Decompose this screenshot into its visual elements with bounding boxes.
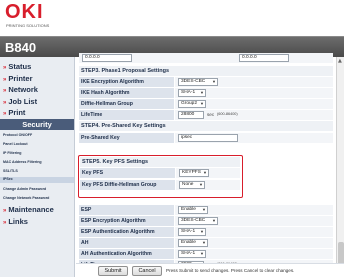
sidebar-subitem-admin-password[interactable]: Change Admin Password [3,187,73,191]
key-pfs-dh-select[interactable]: None ▼ [179,181,205,189]
dh-group-row: Diffie-Hellman Group Group2 ▼ [79,99,333,109]
address-end-field[interactable]: 0.0.0.0 [239,54,289,62]
sidebar-item-job-list[interactable]: » Job List [3,97,73,107]
sidebar-item-links[interactable]: » Links [3,217,73,227]
esp-label: ESP [79,205,174,215]
chevron-down-icon: ▼ [203,170,207,175]
lifetime1-unit: sec [207,112,215,117]
sidebar-subitem-network-password[interactable]: Change Network Password [3,196,73,200]
header: OKI PRINTING SOLUTIONS [0,0,344,36]
step3-title: STEP3. Phase1 Proposal Settings [79,66,333,76]
step4-title: STEP4. Pre-Shared Key Settings [79,121,333,131]
key-pfs-dh-label: Key PFS Diffie-Hellman Group [80,180,175,190]
psk-field[interactable]: ipsec [178,134,238,142]
lifetime1-range: (600-86400) [217,112,238,116]
sidebar-subitem-ip-filtering[interactable]: IP Filtering [3,151,73,155]
key-pfs-label: Key PFS [80,168,175,178]
ah-auth-row: AH Authentication Algorithm SHA-1 ▼ [79,249,333,259]
ah-auth-label: AH Authentication Algorithm [79,249,174,259]
ah-row: AH Enable ▼ [79,238,333,248]
ike-hash-label: IKE Hash Algorithm [79,88,174,98]
chevron-down-icon: ▼ [212,79,216,84]
psk-label: Pre-Shared Key [79,133,174,143]
footer-help-text: Press Submit to send changes. Press Canc… [166,268,295,273]
ike-hash-row: IKE Hash Algorithm SHA-1 ▼ [79,88,333,98]
ike-hash-select[interactable]: SHA-1 ▼ [178,89,206,97]
key-pfs-select[interactable]: KEYPFS ▼ [179,169,209,177]
ah-auth-select[interactable]: SHA-1 ▼ [178,250,206,258]
dh-group-label: Diffie-Hellman Group [79,99,174,109]
model-name: B840 [5,40,37,55]
scroll-up-icon[interactable]: ▲ [338,58,342,64]
scrollbar[interactable]: ▲ ▼ [336,57,344,277]
chevron-down-icon: ▼ [200,90,204,95]
ike-encryption-select[interactable]: 3DES-CBC ▼ [178,78,218,86]
sidebar-item-network[interactable]: » Network [3,85,73,95]
ah-select[interactable]: Enable ▼ [178,239,208,247]
esp-select[interactable]: Enable ▼ [178,206,208,214]
right-chevron-icon: » [3,77,7,83]
sidebar: » Status » Printer » Network » Job List » Pri… [0,57,75,277]
partial-address-row: 0.0.0.0 0.0.0.0 [79,53,333,63]
right-chevron-icon: » [3,100,7,106]
sidebar-subitem-mac-filtering[interactable]: MAC Address Filtering [3,160,73,164]
esp-encryption-label: ESP Encryption Algorithm [79,216,174,226]
submit-button[interactable]: Submit [98,266,128,276]
chevron-down-icon: ▼ [212,218,216,223]
sidebar-item-security[interactable]: Security [0,119,74,130]
logo-tagline: PRINTING SOLUTIONS [6,23,50,28]
step5-title: STEP5. Key PFS Settings [80,157,240,167]
right-chevron-icon: » [3,111,7,117]
sidebar-item-maintenance[interactable]: » Maintenance [3,205,73,215]
esp-auth-select[interactable]: SHA-1 ▼ [178,228,206,236]
sidebar-subitem-ssl-tls[interactable]: SSL/TLS [3,169,73,173]
chevron-down-icon: ▼ [200,229,204,234]
esp-encryption-row: ESP Encryption Algorithm 3DES-CBC ▼ [79,216,333,226]
chevron-down-icon: ▼ [202,207,206,212]
key-pfs-dh-row: Key PFS Diffie-Hellman Group None ▼ [80,180,240,190]
chevron-down-icon: ▼ [199,182,203,187]
chevron-down-icon: ▼ [202,240,206,245]
esp-auth-label: ESP Authentication Algorithm [79,227,174,237]
right-chevron-icon: » [3,208,7,214]
sidebar-item-status[interactable]: » Status [3,62,73,72]
right-chevron-icon: » [3,220,7,226]
lifetime1-field[interactable]: 28800 [178,111,204,119]
address-start-field[interactable]: 0.0.0.0 [82,54,132,62]
esp-auth-row: ESP Authentication Algorithm SHA-1 ▼ [79,227,333,237]
esp-row: ESP Enable ▼ [79,205,333,215]
lifetime1-row: LifeTime 28800 sec (600-86400) [79,110,333,120]
cancel-button[interactable]: Cancel [132,266,162,276]
ike-encryption-label: IKE Encryption Algorithm [79,77,174,87]
chevron-down-icon: ▼ [200,251,204,256]
main-content: 0.0.0.0 0.0.0.0 STEP3. Phase1 Proposal S… [76,53,344,277]
sidebar-item-printer[interactable]: » Printer [3,74,73,84]
dh-group-select[interactable]: Group2 ▼ [178,100,206,108]
lifetime1-label: LifeTime [79,110,174,120]
ah-label: AH [79,238,174,248]
right-chevron-icon: » [3,88,7,94]
chevron-down-icon: ▼ [200,101,204,106]
oki-logo: OKI [5,1,44,23]
sidebar-subitem-ipsec[interactable]: IPSec [0,177,74,183]
esp-encryption-select[interactable]: 3DES-CBC ▼ [178,217,218,225]
footer-bar: Submit Cancel Press Submit to send chang… [76,263,344,277]
key-pfs-row: Key PFS KEYPFS ▼ [80,168,240,178]
sidebar-subitem-protocol[interactable]: Protocol ON/OFF [3,133,73,137]
psk-row: Pre-Shared Key ipsec [79,133,333,143]
ike-encryption-row: IKE Encryption Algorithm 3DES-CBC ▼ [79,77,333,87]
sidebar-subitem-panel-lockout[interactable]: Panel Lockout [3,142,73,146]
right-chevron-icon: » [3,65,7,71]
sidebar-item-print[interactable]: » Print [3,108,73,118]
